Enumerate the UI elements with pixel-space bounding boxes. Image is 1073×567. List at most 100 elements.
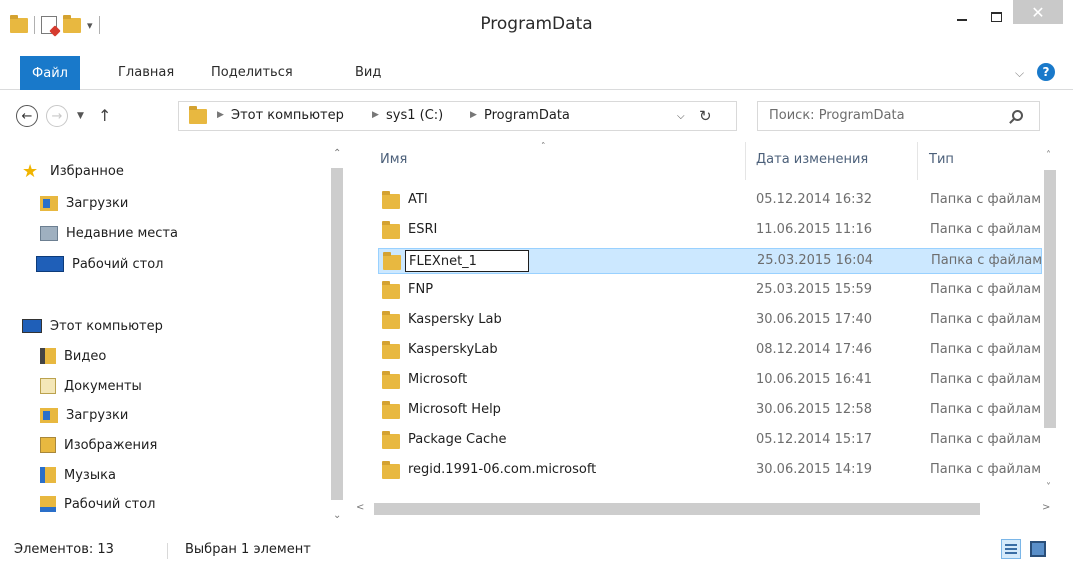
scroll-up-icon[interactable]: ⌃ <box>333 148 341 159</box>
sidebar-item-videos[interactable]: Видео <box>40 345 106 367</box>
table-row[interactable]: Microsoft 10.06.2015 16:41 Папка с файлами <box>378 368 1042 394</box>
file-type: Папка с файлами <box>930 342 1042 357</box>
tab-file[interactable]: Файл <box>20 56 80 90</box>
pictures-folder-icon <box>40 437 56 453</box>
table-row[interactable]: ESRI 11.06.2015 11:16 Папка с файлами <box>378 218 1042 244</box>
search-icon[interactable] <box>1012 110 1023 121</box>
computer-icon <box>22 319 42 333</box>
sidebar-item-label: Рабочий стол <box>64 496 156 512</box>
breadcrumb-this-pc[interactable]: Этот компьютер <box>231 108 344 123</box>
file-date: 25.03.2015 15:59 <box>756 282 873 297</box>
sidebar-item-desktop-pc[interactable]: Рабочий стол <box>40 493 155 515</box>
help-icon[interactable]: ? <box>1037 63 1055 81</box>
sidebar-item-pictures[interactable]: Изображения <box>40 434 157 456</box>
expand-ribbon-icon[interactable]: ⌵ <box>1015 66 1024 81</box>
breadcrumb-separator[interactable]: ▶ <box>470 110 477 120</box>
sidebar-item-downloads[interactable]: Загрузки <box>40 192 128 214</box>
table-row[interactable]: regid.1991-06.com.microsoft 30.06.2015 14… <box>378 458 1042 484</box>
tab-view[interactable]: Вид <box>355 65 381 80</box>
sidebar-item-desktop[interactable]: Рабочий стол <box>36 253 163 275</box>
scroll-left-icon[interactable]: < <box>356 502 364 513</box>
file-type: Папка с файлами <box>930 402 1042 417</box>
details-view-icon[interactable] <box>1001 539 1021 559</box>
table-row[interactable]: 25.03.2015 16:04 Папка с файлами <box>378 248 1042 274</box>
folder-icon <box>382 191 400 209</box>
file-date: 10.06.2015 16:41 <box>756 372 873 387</box>
search-input[interactable]: Поиск: ProgramData <box>757 101 1040 131</box>
tab-home[interactable]: Главная <box>118 65 174 80</box>
column-header-date[interactable]: Дата изменения <box>756 152 868 167</box>
large-icons-view-icon[interactable] <box>1030 541 1046 557</box>
breadcrumb-separator[interactable]: ▶ <box>372 110 379 120</box>
desktop-icon <box>36 256 64 272</box>
address-bar[interactable]: ▶ Этот компьютер ▶ sys1 (C:) ▶ ProgramDa… <box>178 101 737 131</box>
selection-count: Выбран 1 элемент <box>185 542 311 557</box>
file-list: ˄ Имя Дата изменения Тип ATI 05.12.2014 1… <box>352 142 1042 500</box>
sidebar-item-downloads-pc[interactable]: Загрузки <box>40 404 128 426</box>
breadcrumb-programdata[interactable]: ProgramData <box>484 108 570 123</box>
sidebar-item-label: Рабочий стол <box>72 256 164 272</box>
file-name: Microsoft <box>408 372 468 387</box>
table-row[interactable]: Microsoft Help 30.06.2015 12:58 Папка с фа… <box>378 398 1042 424</box>
sidebar-item-documents[interactable]: Документы <box>40 375 142 397</box>
item-count: Элементов: 13 <box>14 542 114 557</box>
file-type: Папка с файлами <box>930 312 1042 327</box>
navigation-pane-scrollbar[interactable]: ⌃ ⌄ <box>329 146 346 526</box>
sidebar-item-music[interactable]: Музыка <box>40 464 116 486</box>
column-divider[interactable] <box>745 142 746 180</box>
file-list-vertical-scrollbar[interactable]: ˄ ˅ <box>1042 142 1059 500</box>
file-date: 05.12.2014 15:17 <box>756 432 873 447</box>
address-history-dropdown-icon[interactable]: ⌵ <box>677 111 685 122</box>
status-divider <box>167 543 168 559</box>
search-placeholder: Поиск: ProgramData <box>769 108 905 123</box>
tab-share[interactable]: Поделиться <box>211 65 293 80</box>
column-header-type[interactable]: Тип <box>929 152 954 167</box>
scroll-up-icon[interactable]: ˄ <box>1046 150 1051 161</box>
back-button[interactable]: ← <box>16 105 38 127</box>
scroll-down-icon[interactable]: ˅ <box>1046 482 1051 493</box>
sidebar-item-label: Изображения <box>64 437 158 453</box>
file-type: Папка с файлами <box>930 222 1042 237</box>
folder-icon <box>382 401 400 419</box>
table-row[interactable]: Kaspersky Lab 30.06.2015 17:40 Папка с фай… <box>378 308 1042 334</box>
scrollbar-thumb[interactable] <box>1044 170 1056 428</box>
column-header-name[interactable]: Имя <box>380 152 407 167</box>
breadcrumb-separator[interactable]: ▶ <box>217 110 224 120</box>
downloads-folder-icon <box>40 195 58 211</box>
folder-icon <box>382 371 400 389</box>
forward-button[interactable]: → <box>46 105 68 127</box>
title-bar: ▾ ProgramData ✕ <box>0 0 1073 49</box>
table-row[interactable]: Package Cache 05.12.2014 15:17 Папка с фай… <box>378 428 1042 454</box>
scrollbar-thumb[interactable] <box>331 168 343 500</box>
sidebar-item-this-pc[interactable]: Этот компьютер <box>22 315 163 337</box>
file-type: Папка с файлами <box>930 372 1042 387</box>
minimize-button[interactable] <box>945 4 979 30</box>
sidebar-item-favorites[interactable]: ★ Избранное <box>22 160 124 182</box>
scroll-right-icon[interactable]: > <box>1042 502 1050 513</box>
file-name: FNP <box>408 282 434 297</box>
sort-ascending-icon: ˄ <box>541 142 546 152</box>
scroll-down-icon[interactable]: ⌄ <box>333 510 341 521</box>
sidebar-item-label: Избранное <box>50 163 124 179</box>
scrollbar-thumb[interactable] <box>374 503 980 515</box>
folder-icon <box>382 281 400 299</box>
address-folder-icon <box>189 106 207 124</box>
table-row[interactable]: ATI 05.12.2014 16:32 Папка с файлами <box>378 188 1042 214</box>
breadcrumb-drive[interactable]: sys1 (C:) <box>386 108 443 123</box>
folder-icon <box>383 252 401 270</box>
column-divider[interactable] <box>917 142 918 180</box>
sidebar-item-recent-places[interactable]: Недавние места <box>40 222 178 244</box>
maximize-button[interactable] <box>979 4 1013 30</box>
documents-folder-icon <box>40 378 56 394</box>
table-row[interactable]: FNP 25.03.2015 15:59 Папка с файлами <box>378 278 1042 304</box>
table-row[interactable]: KasperskyLab 08.12.2014 17:46 Папка с файл… <box>378 338 1042 364</box>
rename-input[interactable] <box>405 250 529 272</box>
close-button[interactable]: ✕ <box>1013 0 1063 24</box>
file-type: Папка с файлами <box>930 192 1042 207</box>
refresh-icon[interactable]: ↻ <box>699 107 712 125</box>
file-list-horizontal-scrollbar[interactable]: < > <box>352 500 1059 518</box>
recent-locations-button[interactable]: ▼ <box>77 111 84 121</box>
recent-places-icon <box>40 225 58 241</box>
status-bar: Элементов: 13 Выбран 1 элемент <box>0 535 1073 567</box>
up-button[interactable]: ↑ <box>98 106 111 125</box>
